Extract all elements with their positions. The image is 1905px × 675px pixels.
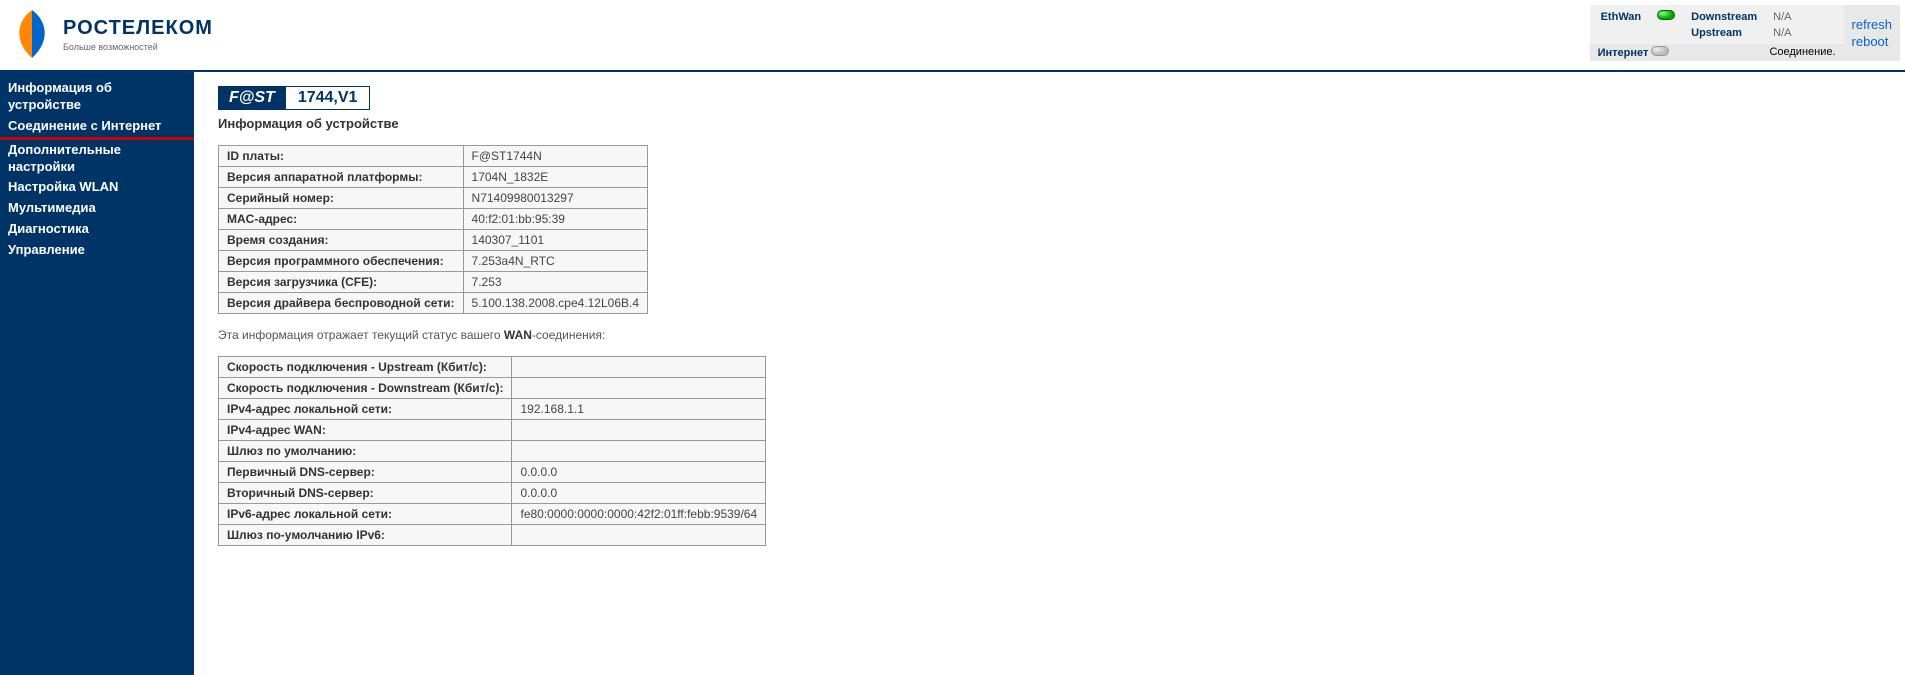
row-value	[512, 357, 766, 378]
row-label: Скорость подключения - Upstream (Кбит/с)…	[219, 357, 512, 378]
row-label: IPv6-адрес локальной сети:	[219, 504, 512, 525]
rostelecom-logo-icon	[10, 8, 55, 60]
table-row: Первичный DNS-сервер:0.0.0.0	[219, 462, 766, 483]
ethwan-led-icon	[1657, 10, 1675, 20]
row-value: 5.100.138.2008.cpe4.12L06B.4	[463, 293, 647, 314]
table-row: Серийный номер:N71409980013297	[219, 188, 648, 209]
row-value: fe80:0000:0000:0000:42f2:01ff:febb:9539/…	[512, 504, 766, 525]
table-row: Вторичный DNS-сервер:0.0.0.0	[219, 483, 766, 504]
table-row: ID платы:F@ST1744N	[219, 146, 648, 167]
row-label: MAC-адрес:	[219, 209, 464, 230]
row-value	[512, 441, 766, 462]
table-row: Версия программного обеспечения:7.253a4N…	[219, 251, 648, 272]
wan-note: Эта информация отражает текущий статус в…	[218, 328, 1881, 342]
upstream-value: N/A	[1765, 25, 1799, 41]
wan-info-table: Скорость подключения - Upstream (Кбит/с)…	[218, 356, 766, 546]
upstream-label: Upstream	[1683, 25, 1765, 41]
row-label: Время создания:	[219, 230, 464, 251]
brand-name: РОСТЕЛЕКОМ	[63, 17, 213, 40]
table-row: Скорость подключения - Upstream (Кбит/с)…	[219, 357, 766, 378]
row-label: Первичный DNS-сервер:	[219, 462, 512, 483]
row-label: ID платы:	[219, 146, 464, 167]
content-area: F@ST 1744,V1 Информация об устройстве ID…	[194, 72, 1905, 675]
sidebar-item-internet-connection[interactable]: Соединение с Интернет	[0, 116, 194, 140]
table-row: Версия драйвера беспроводной сети:5.100.…	[219, 293, 648, 314]
row-label: Версия аппаратной платформы:	[219, 167, 464, 188]
row-label: IPv4-адрес локальной сети:	[219, 399, 512, 420]
table-row: IPv6-адрес локальной сети:fe80:0000:0000…	[219, 504, 766, 525]
row-value: 7.253	[463, 272, 647, 293]
logo-area: РОСТЕЛЕКОМ Больше возможностей	[10, 8, 213, 60]
downstream-value: N/A	[1765, 8, 1799, 25]
badge-model: 1744,V1	[285, 87, 370, 109]
status-panel: EthWan Downstream N/A Upstream N/A Интер…	[1590, 5, 1900, 61]
table-row: IPv4-адрес WAN:	[219, 420, 766, 441]
internet-label: Интернет	[1598, 47, 1649, 59]
row-label: IPv4-адрес WAN:	[219, 420, 512, 441]
row-label: Версия программного обеспечения:	[219, 251, 464, 272]
row-value: 0.0.0.0	[512, 483, 766, 504]
header: РОСТЕЛЕКОМ Больше возможностей EthWan Do…	[0, 0, 1905, 72]
table-row: Шлюз по-умолчанию IPv6:	[219, 525, 766, 546]
table-row: IPv4-адрес локальной сети:192.168.1.1	[219, 399, 766, 420]
table-row: MAC-адрес:40:f2:01:bb:95:39	[219, 209, 648, 230]
sidebar: Информация об устройстве Соединение с Ин…	[0, 72, 194, 675]
sidebar-item-management[interactable]: Управление	[0, 240, 194, 261]
row-value	[512, 525, 766, 546]
internet-led-icon	[1651, 46, 1669, 56]
row-label: Серийный номер:	[219, 188, 464, 209]
table-row: Версия аппаратной платформы:1704N_1832E	[219, 167, 648, 188]
sidebar-item-wlan-setup[interactable]: Настройка WLAN	[0, 177, 194, 198]
connection-label: Соединение.	[1769, 46, 1835, 59]
table-row: Шлюз по умолчанию:	[219, 441, 766, 462]
row-value	[512, 420, 766, 441]
row-value: 0.0.0.0	[512, 462, 766, 483]
table-row: Время создания:140307_1101	[219, 230, 648, 251]
row-label: Шлюз по-умолчанию IPv6:	[219, 525, 512, 546]
row-value: 7.253a4N_RTC	[463, 251, 647, 272]
section-title: Информация об устройстве	[218, 116, 1881, 131]
table-row: Версия загрузчика (CFE):7.253	[219, 272, 648, 293]
sidebar-item-multimedia[interactable]: Мультимедиа	[0, 198, 194, 219]
row-label: Шлюз по умолчанию:	[219, 441, 512, 462]
row-label: Вторичный DNS-сервер:	[219, 483, 512, 504]
table-row: Скорость подключения - Downstream (Кбит/…	[219, 378, 766, 399]
row-label: Версия драйвера беспроводной сети:	[219, 293, 464, 314]
row-value	[512, 378, 766, 399]
ethwan-label: EthWan	[1593, 8, 1650, 25]
sidebar-item-device-info[interactable]: Информация об устройстве	[0, 78, 194, 116]
row-value: N71409980013297	[463, 188, 647, 209]
device-badge: F@ST 1744,V1	[218, 86, 370, 110]
badge-brand: F@ST	[219, 87, 285, 109]
row-value: 192.168.1.1	[512, 399, 766, 420]
row-value: 40:f2:01:bb:95:39	[463, 209, 647, 230]
row-value: 1704N_1832E	[463, 167, 647, 188]
row-label: Скорость подключения - Downstream (Кбит/…	[219, 378, 512, 399]
row-value: F@ST1744N	[463, 146, 647, 167]
sidebar-item-diagnostics[interactable]: Диагностика	[0, 219, 194, 240]
row-value: 140307_1101	[463, 230, 647, 251]
row-label: Версия загрузчика (CFE):	[219, 272, 464, 293]
reboot-link[interactable]: reboot	[1852, 34, 1892, 49]
sidebar-item-advanced-settings[interactable]: Дополнительные настройки	[0, 140, 194, 178]
refresh-link[interactable]: refresh	[1852, 17, 1892, 32]
downstream-label: Downstream	[1683, 8, 1765, 25]
brand-tagline: Больше возможностей	[63, 42, 213, 52]
device-info-table: ID платы:F@ST1744NВерсия аппаратной плат…	[218, 145, 648, 314]
